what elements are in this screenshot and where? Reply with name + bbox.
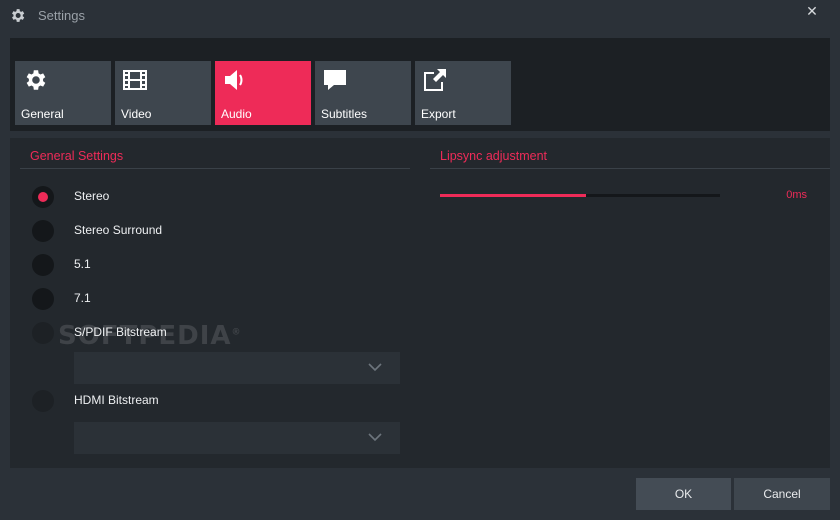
radio-button[interactable] xyxy=(32,288,54,310)
tab-label: General xyxy=(21,107,64,121)
section-divider xyxy=(20,168,410,169)
spdif-dropdown[interactable] xyxy=(74,352,400,384)
tab-export[interactable]: Export xyxy=(415,61,511,125)
lipsync-slider-fill xyxy=(440,194,586,197)
tab-subtitles[interactable]: Subtitles xyxy=(315,61,411,125)
radio-label: 5.1 xyxy=(74,257,91,271)
radio-label: 7.1 xyxy=(74,291,91,305)
tab-video[interactable]: Video xyxy=(115,61,211,125)
tab-label: Subtitles xyxy=(321,107,368,121)
radio-button-checked[interactable] xyxy=(32,186,54,208)
general-settings-heading: General Settings xyxy=(30,149,124,163)
close-icon: ✕ xyxy=(806,2,818,19)
chevron-down-icon xyxy=(368,363,382,372)
radio-label: Stereo xyxy=(74,189,110,203)
gear-icon xyxy=(12,9,25,22)
speech-bubble-icon xyxy=(324,70,346,90)
radio-button[interactable] xyxy=(32,220,54,242)
lipsync-heading: Lipsync adjustment xyxy=(440,149,548,163)
export-icon xyxy=(424,69,446,91)
audio-settings-panel: General Settings Stereo Stereo Surround … xyxy=(10,138,830,468)
tab-general[interactable]: General xyxy=(15,61,111,125)
tab-label: Video xyxy=(121,107,152,121)
window-title: Settings xyxy=(38,8,85,23)
radio-button[interactable] xyxy=(32,322,54,344)
radio-label: S/PDIF Bitstream xyxy=(74,325,167,339)
settings-tab-strip: General Video Audio Subtitles Export xyxy=(10,38,830,131)
speaker-icon xyxy=(225,70,243,90)
gear-icon xyxy=(26,70,46,90)
tab-label: Audio xyxy=(221,107,252,121)
hdmi-dropdown[interactable] xyxy=(74,422,400,454)
radio-label: HDMI Bitstream xyxy=(74,393,159,407)
section-divider xyxy=(430,168,830,169)
radio-label: Stereo Surround xyxy=(74,223,163,237)
tab-label: Export xyxy=(421,107,456,121)
ok-button[interactable]: OK xyxy=(636,478,731,510)
tab-audio[interactable]: Audio xyxy=(215,61,311,125)
chevron-down-icon xyxy=(368,433,382,442)
film-icon xyxy=(123,70,147,90)
cancel-button[interactable]: Cancel xyxy=(734,478,830,510)
lipsync-slider[interactable] xyxy=(440,194,720,197)
lipsync-value: 0ms xyxy=(786,189,807,201)
title-bar: Settings ✕ xyxy=(0,0,840,32)
radio-button[interactable] xyxy=(32,254,54,276)
close-button[interactable]: ✕ xyxy=(790,0,834,22)
radio-button[interactable] xyxy=(32,390,54,412)
